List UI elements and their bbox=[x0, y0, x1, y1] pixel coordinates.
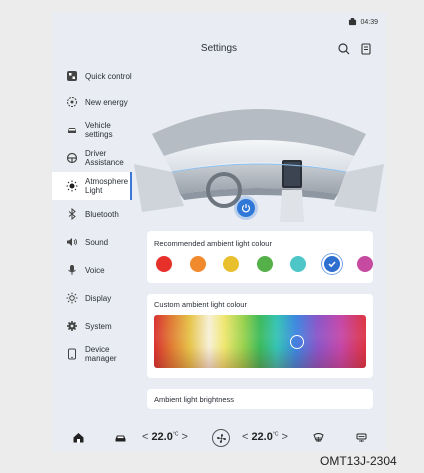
colour-swatch[interactable] bbox=[323, 256, 340, 272]
colour-swatch[interactable] bbox=[156, 256, 172, 272]
left-temp-decrease[interactable]: < bbox=[142, 431, 148, 443]
colour-swatch[interactable] bbox=[256, 256, 273, 272]
right-temp-increase[interactable]: > bbox=[281, 431, 287, 443]
sidebar-item-label: Quick control bbox=[85, 71, 132, 81]
figure-code: OMT13J-2304 bbox=[320, 454, 397, 468]
left-temperature-control[interactable]: < 22.0°C > bbox=[142, 431, 188, 443]
left-temperature: 22.0°C bbox=[151, 431, 179, 443]
colour-swatch[interactable] bbox=[223, 256, 239, 272]
rear-defrost-icon[interactable] bbox=[355, 431, 368, 444]
sidebar-item-new-energy[interactable]: New energy bbox=[52, 94, 132, 110]
page-title: Settings bbox=[200, 43, 238, 54]
sidebar-item-display[interactable]: Display bbox=[52, 290, 132, 306]
right-temperature: 22.0°C bbox=[251, 431, 279, 443]
front-defrost-icon[interactable] bbox=[312, 431, 325, 444]
recommended-colour-card: Recommended ambient light colour bbox=[147, 231, 373, 283]
colour-spectrum[interactable] bbox=[154, 315, 366, 368]
gear-icon bbox=[66, 320, 78, 332]
search-icon[interactable] bbox=[337, 42, 351, 56]
sidebar-item-atmosphere-light[interactable]: Atmosphere Light bbox=[52, 172, 132, 200]
sidebar-item-label: New energy bbox=[85, 97, 128, 107]
recommended-colour-title: Recommended ambient light colour bbox=[154, 239, 272, 248]
steering-wheel-icon bbox=[66, 152, 78, 164]
power-icon bbox=[241, 204, 251, 213]
sidebar-item-label: Vehicle settings bbox=[85, 121, 113, 139]
sidebar-item-bluetooth[interactable]: Bluetooth bbox=[52, 206, 132, 222]
device-icon bbox=[66, 348, 78, 360]
colour-swatch-row bbox=[156, 256, 373, 273]
sidebar-item-label: Display bbox=[85, 293, 112, 303]
sidebar-item-device-manager[interactable]: Device manager bbox=[52, 342, 132, 366]
right-temperature-control[interactable]: < 22.0°C > bbox=[242, 431, 288, 443]
colour-swatch[interactable] bbox=[290, 256, 306, 272]
brightness-title: Ambient light brightness bbox=[154, 395, 235, 404]
bluetooth-icon bbox=[66, 208, 78, 220]
sidebar-item-label: Voice bbox=[85, 265, 105, 275]
colour-swatch[interactable] bbox=[357, 256, 373, 272]
settings-screen: 04:39 Settings Quick control New energy … bbox=[52, 12, 386, 452]
sidebar-item-voice[interactable]: Voice bbox=[52, 262, 132, 278]
check-icon bbox=[327, 261, 336, 268]
sidebar-item-label: Bluetooth bbox=[85, 209, 119, 219]
sidebar-item-label: Device manager bbox=[85, 345, 117, 363]
custom-colour-card: Custom ambient light colour bbox=[147, 294, 373, 378]
sidebar-item-system[interactable]: System bbox=[52, 318, 132, 334]
new-energy-icon bbox=[66, 96, 78, 108]
left-temp-increase[interactable]: > bbox=[181, 431, 187, 443]
sidebar-item-driver-assistance[interactable]: Driver Assistance bbox=[52, 146, 132, 170]
right-temp-decrease[interactable]: < bbox=[242, 431, 248, 443]
power-button[interactable] bbox=[237, 199, 255, 217]
brightness-icon bbox=[66, 292, 78, 304]
sidebar-item-label: Driver Assistance bbox=[85, 149, 124, 167]
status-time: 04:39 bbox=[360, 18, 378, 26]
fan-icon bbox=[212, 429, 230, 447]
colour-picker-handle[interactable] bbox=[290, 335, 304, 349]
light-icon bbox=[66, 180, 78, 192]
climate-bar: < 22.0°C > < 22.0°C > bbox=[52, 424, 386, 452]
sidebar-item-sound[interactable]: Sound bbox=[52, 234, 132, 250]
colour-swatch[interactable] bbox=[189, 256, 206, 272]
status-bar: 04:39 bbox=[348, 18, 378, 26]
sidebar-item-label: System bbox=[85, 321, 112, 331]
sidebar-item-vehicle-settings[interactable]: Vehicle settings bbox=[52, 118, 132, 142]
custom-colour-title: Custom ambient light colour bbox=[154, 300, 247, 309]
quick-control-icon bbox=[66, 70, 78, 82]
brightness-card: Ambient light brightness bbox=[147, 389, 373, 409]
profile-icon bbox=[349, 18, 357, 26]
speaker-icon bbox=[66, 236, 78, 248]
sidebar-item-label: Sound bbox=[85, 237, 109, 247]
sidebar-item-label: Atmosphere Light bbox=[85, 177, 129, 195]
notes-icon[interactable] bbox=[359, 42, 373, 56]
car-icon[interactable] bbox=[114, 431, 127, 444]
car-icon bbox=[66, 124, 78, 136]
fan-button[interactable] bbox=[212, 429, 230, 447]
sidebar-item-quick-control[interactable]: Quick control bbox=[52, 64, 132, 88]
home-icon[interactable] bbox=[72, 431, 85, 444]
car-interior-illustration bbox=[134, 109, 384, 222]
microphone-icon bbox=[66, 264, 78, 276]
